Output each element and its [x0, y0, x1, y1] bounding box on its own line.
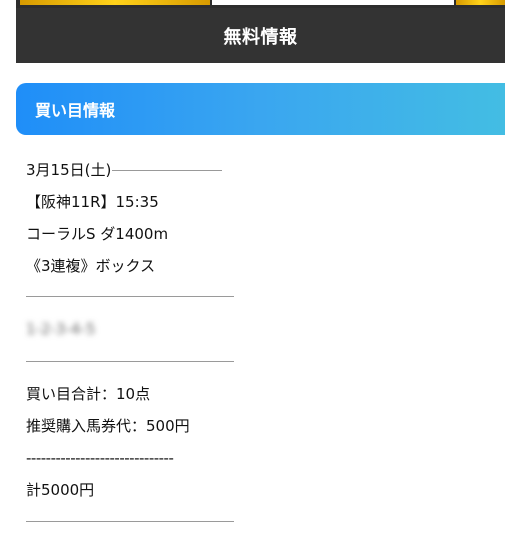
top-banner-strip [16, 0, 505, 8]
date-rule [112, 169, 223, 171]
race-name: コーラルS ダ1400m [26, 225, 169, 243]
blurred-picks: 1-2-3-4-5 [26, 297, 326, 361]
bet-type: 《3連複》ボックス [26, 257, 156, 275]
header-bar: 無料情報 [16, 8, 505, 63]
banner-gold-left [20, 0, 210, 5]
divider [26, 521, 234, 522]
banner-center [212, 0, 454, 5]
total-bets: 買い目合計：10点 [26, 385, 151, 403]
total-amount: 計5000円 [26, 481, 95, 499]
banner-gold-right [456, 0, 505, 5]
section-title: 買い目情報 [35, 101, 116, 120]
race-date: 3月15日(土) [26, 161, 112, 179]
section-heading: 買い目情報 [16, 83, 505, 135]
blurred-picks-text: 1-2-3-4-5 [26, 320, 96, 338]
page: 無料情報 買い目情報 3月15日(土) 【阪神11R】15:35 コーラルS ダ… [0, 0, 505, 537]
race-date-line: 3月15日(土) [26, 154, 326, 186]
recommended-amount: 推奨購入馬券代：500円 [26, 417, 190, 435]
header-title: 無料情報 [223, 26, 298, 48]
picks-content: 3月15日(土) 【阪神11R】15:35 コーラルS ダ1400m 《3連複》… [26, 154, 326, 522]
dash-separator: ------------------------------ [26, 449, 174, 467]
race-venue-time: 【阪神11R】15:35 [26, 193, 159, 211]
